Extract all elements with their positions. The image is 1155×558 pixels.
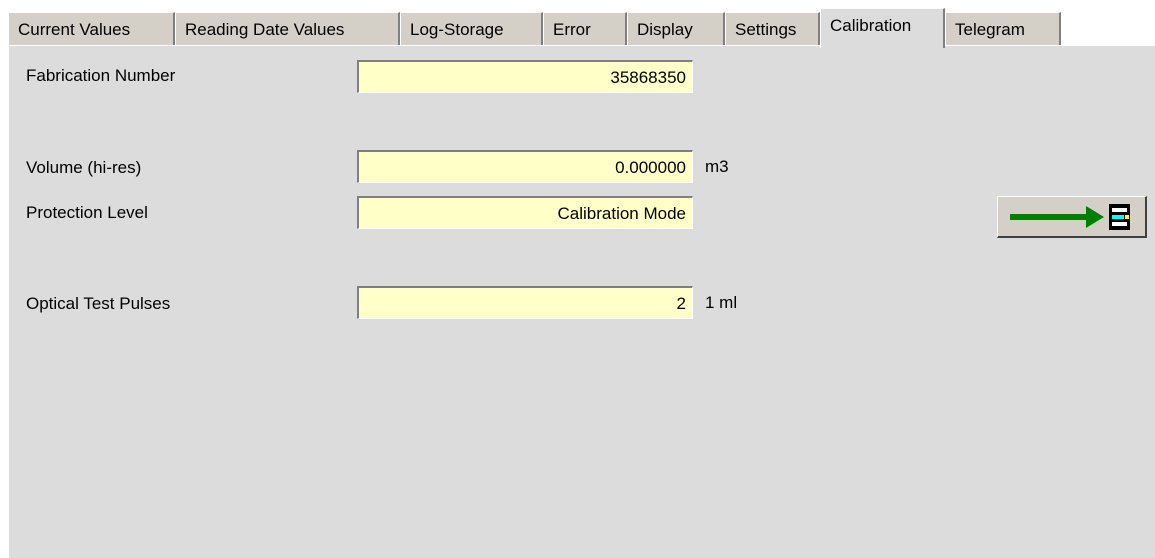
- tab-telegram[interactable]: Telegram: [945, 12, 1061, 45]
- volume-hires-field[interactable]: 0.000000: [357, 150, 693, 183]
- volume-hires-unit: m3: [705, 157, 729, 176]
- protection-level-field[interactable]: Calibration Mode: [357, 196, 693, 229]
- tab-current-values[interactable]: Current Values: [8, 12, 175, 45]
- tab-calibration[interactable]: Calibration: [820, 8, 945, 48]
- tab-log-storage[interactable]: Log-Storage: [400, 12, 543, 45]
- optical-test-pulses-label: Optical Test Pulses: [26, 294, 171, 313]
- optical-test-pulses-field[interactable]: 2: [357, 286, 693, 319]
- optical-test-pulses-unit: 1 ml: [705, 293, 738, 312]
- volume-hires-label: Volume (hi-res): [26, 158, 142, 177]
- calibration-panel: Fabrication Number 35868350 Volume (hi-r…: [8, 45, 1155, 558]
- tab-settings[interactable]: Settings: [725, 12, 820, 45]
- protection-level-label: Protection Level: [26, 203, 148, 222]
- tab-reading-date-values[interactable]: Reading Date Values: [175, 12, 400, 45]
- tab-error[interactable]: Error: [543, 12, 627, 45]
- arrow-to-device-icon: [1010, 204, 1130, 230]
- fabrication-number-label: Fabrication Number: [26, 66, 176, 85]
- write-to-device-button[interactable]: [997, 196, 1147, 238]
- tab-strip: Current Values Reading Date Values Log-S…: [8, 8, 1155, 48]
- fabrication-number-field[interactable]: 35868350: [357, 60, 693, 93]
- calibration-window: Current Values Reading Date Values Log-S…: [0, 0, 1155, 558]
- tab-display[interactable]: Display: [627, 12, 725, 45]
